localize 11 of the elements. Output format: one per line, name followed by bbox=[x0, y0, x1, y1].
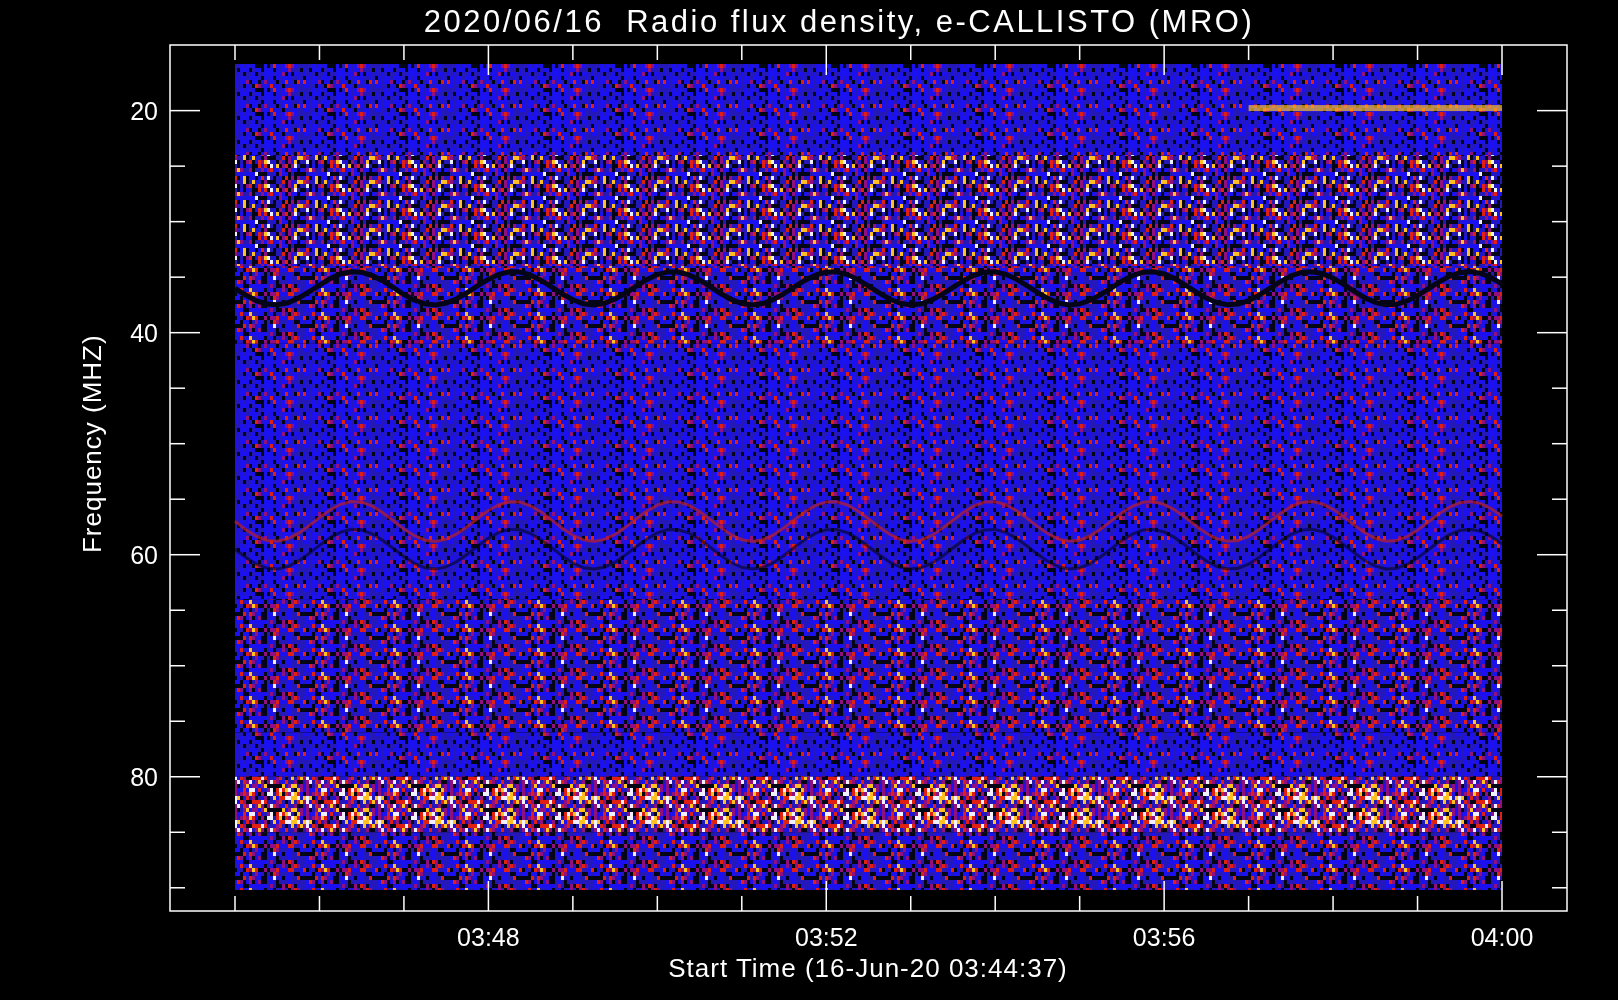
x-tick-label: 04:00 bbox=[1470, 923, 1534, 951]
y-tick-label: 40 bbox=[130, 318, 158, 347]
x-tick-label: 03:56 bbox=[1132, 923, 1196, 951]
y-tick-label: 60 bbox=[130, 540, 158, 569]
chart-title: 2020/06/16 Radio flux density, e-CALLISTO (MRO) bbox=[423, 4, 1255, 40]
y-axis-title: Frequency (MHZ) bbox=[77, 334, 107, 554]
x-axis-title: Start Time (16-Jun-20 03:44:37) bbox=[668, 953, 1068, 983]
x-tick-label: 03:48 bbox=[457, 923, 520, 951]
y-tick-label: 80 bbox=[130, 762, 158, 791]
y-tick-label: 20 bbox=[130, 96, 158, 125]
x-tick-label: 03:52 bbox=[795, 923, 858, 951]
